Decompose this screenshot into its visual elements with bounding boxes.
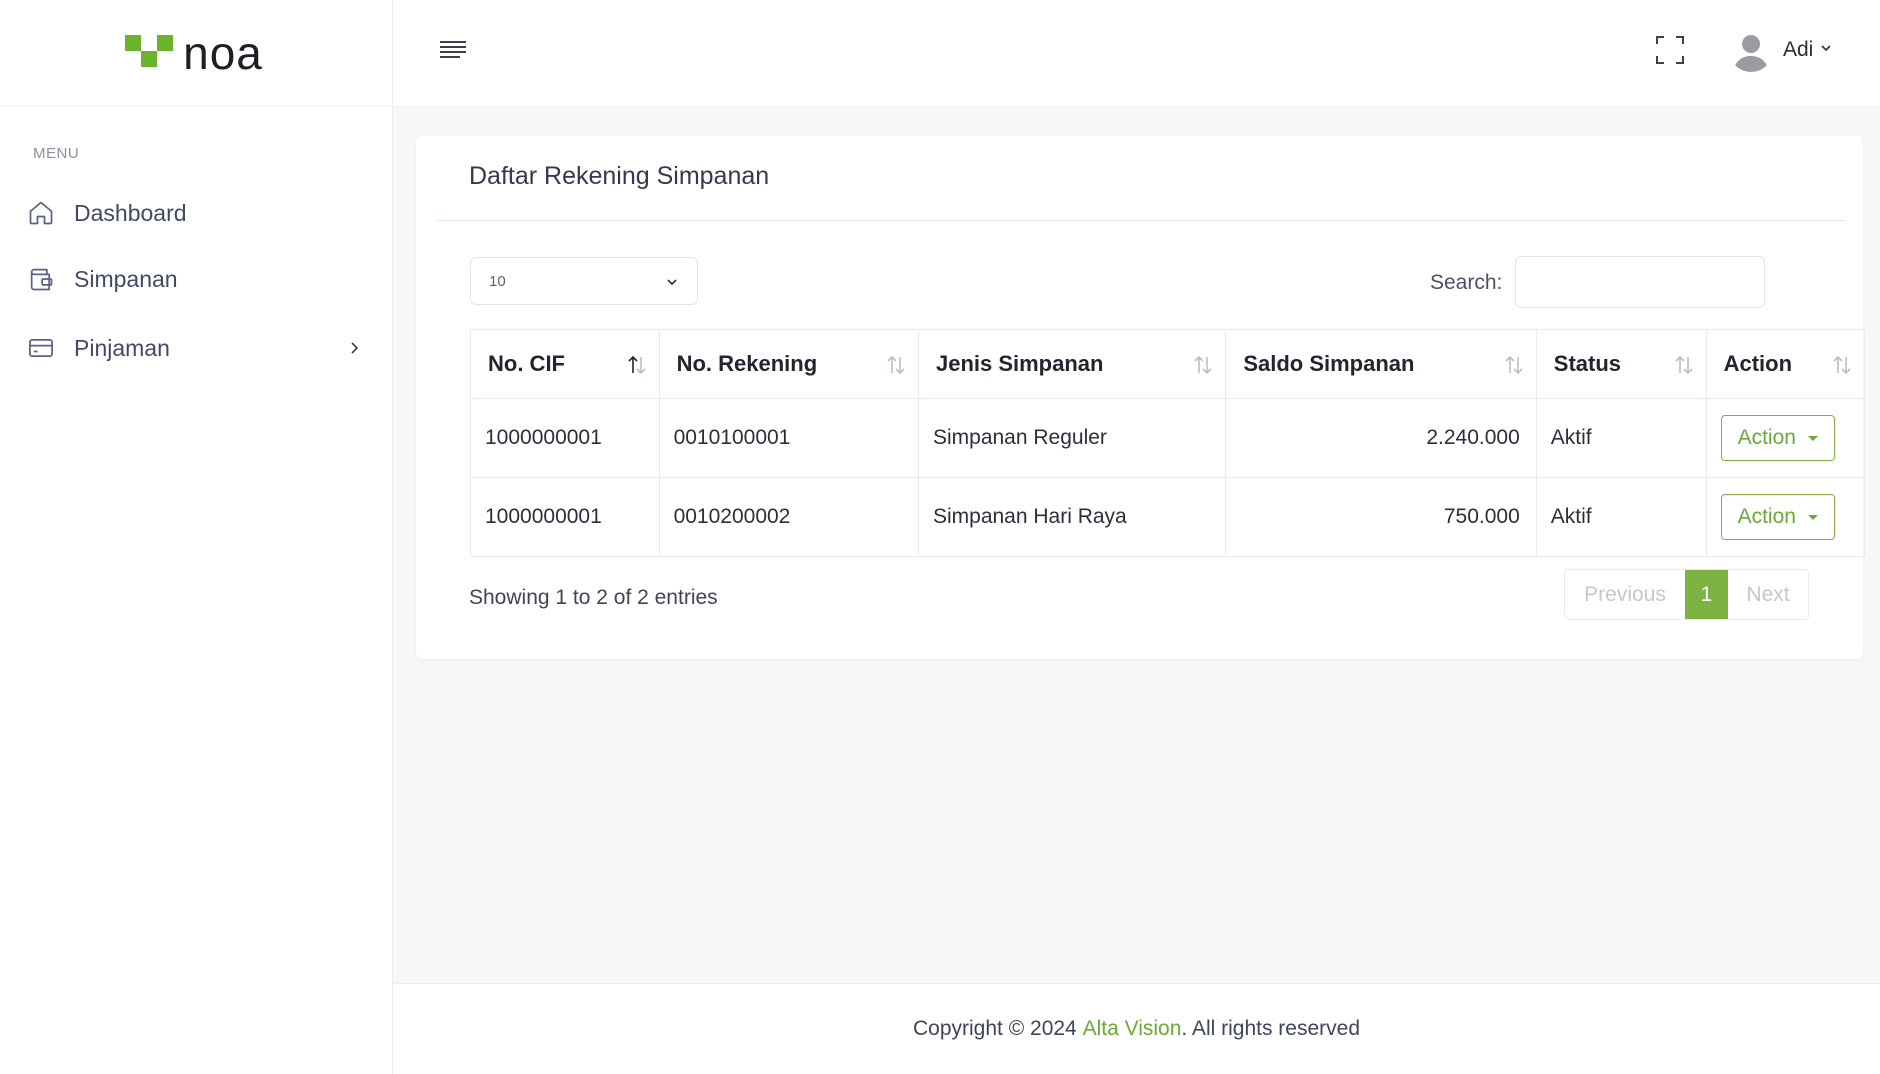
caret-down-icon — [1807, 435, 1818, 441]
table-header-row: No. CIF No. Rekening Jenis Simpanan Sald… — [470, 329, 1866, 399]
page-length-select[interactable]: 10 — [470, 257, 698, 305]
action-dropdown-button[interactable]: Action — [1720, 415, 1835, 461]
logo-mark-icon — [125, 35, 177, 71]
cell-jenis: Simpanan Reguler — [917, 398, 1227, 478]
home-icon — [26, 198, 56, 228]
column-header-jenis[interactable]: Jenis Simpanan — [917, 329, 1227, 399]
pagination: Previous 1 Next — [1564, 569, 1809, 620]
column-header-rekening[interactable]: No. Rekening — [658, 329, 919, 399]
brand-logo[interactable]: noa — [125, 30, 263, 76]
action-label: Action — [1737, 505, 1796, 528]
sidebar-item-label: Dashboard — [74, 199, 187, 226]
column-label: No. Rekening — [676, 351, 818, 376]
cell-status: Aktif — [1535, 477, 1707, 557]
column-label: Status — [1553, 351, 1622, 376]
cell-cif: 1000000001 — [470, 477, 660, 557]
sidebar-item-pinjaman[interactable]: Pinjaman — [26, 328, 362, 368]
column-header-saldo[interactable]: Saldo Simpanan — [1225, 329, 1537, 399]
sort-icon — [1504, 354, 1524, 376]
user-menu[interactable]: Adi — [1729, 28, 1833, 72]
cell-saldo: 750.000 — [1225, 477, 1537, 557]
footer-company-link[interactable]: Alta Vision — [1083, 1017, 1182, 1041]
fullscreen-icon[interactable] — [1655, 35, 1685, 65]
table-info: Showing 1 to 2 of 2 entries — [469, 586, 718, 609]
user-name: Adi — [1783, 38, 1814, 61]
card-icon — [26, 333, 56, 363]
action-dropdown-button[interactable]: Action — [1720, 494, 1835, 540]
sort-asc-icon — [627, 354, 647, 376]
pagination-previous[interactable]: Previous — [1565, 570, 1685, 619]
divider — [436, 220, 1845, 221]
caret-down-icon — [1807, 514, 1818, 520]
column-header-action[interactable]: Action — [1705, 329, 1866, 399]
cell-action: Action — [1705, 477, 1866, 557]
table-row: 1000000001 0010200002 Simpanan Hari Raya… — [470, 477, 1866, 557]
column-label: Jenis Simpanan — [935, 351, 1104, 376]
avatar — [1729, 28, 1773, 72]
footer: Copyright © 2024 Alta Vision . All right… — [393, 983, 1880, 1074]
column-label: Saldo Simpanan — [1243, 351, 1415, 376]
page-length-value: 10 — [489, 272, 506, 290]
search-label: Search: — [1430, 271, 1503, 294]
sort-icon — [1674, 354, 1694, 376]
topbar: Adi — [393, 0, 1880, 107]
cell-jenis: Simpanan Hari Raya — [917, 477, 1227, 557]
accounts-card: Daftar Rekening Simpanan 10 Search: No. … — [416, 136, 1866, 659]
sidebar-item-label: Simpanan — [74, 265, 178, 292]
page-title: Daftar Rekening Simpanan — [469, 162, 770, 190]
menu-title: MENU — [33, 145, 80, 162]
chevron-down-icon — [1819, 41, 1833, 60]
accounts-table: No. CIF No. Rekening Jenis Simpanan Sald… — [470, 329, 1866, 557]
sort-icon — [886, 354, 906, 376]
cell-rekening: 0010100001 — [658, 398, 919, 478]
cell-rekening: 0010200002 — [658, 477, 919, 557]
brand-header: noa — [0, 0, 392, 107]
pagination-page-current[interactable]: 1 — [1685, 570, 1728, 619]
column-label: No. CIF — [488, 351, 565, 376]
column-header-status[interactable]: Status — [1535, 329, 1707, 399]
sidebar-item-label: Pinjaman — [74, 334, 170, 361]
sidebar-item-dashboard[interactable]: Dashboard — [26, 193, 362, 233]
column-label: Action — [1723, 351, 1793, 376]
cell-status: Aktif — [1535, 398, 1707, 478]
table-row: 1000000001 0010100001 Simpanan Reguler 2… — [470, 398, 1866, 478]
wallet-icon — [26, 264, 56, 294]
action-label: Action — [1737, 426, 1796, 449]
search-input[interactable] — [1515, 256, 1765, 308]
cell-action: Action — [1705, 398, 1866, 478]
brand-name: noa — [183, 27, 263, 79]
sidebar: noa MENU Dashboard Simpanan Pinjaman — [0, 0, 393, 1074]
column-header-cif[interactable]: No. CIF — [470, 329, 660, 399]
pagination-next[interactable]: Next — [1728, 570, 1808, 619]
sort-icon — [1832, 354, 1852, 376]
chevron-right-icon — [346, 340, 362, 356]
cell-cif: 1000000001 — [470, 398, 660, 478]
menu-toggle-icon[interactable] — [438, 37, 468, 67]
cell-saldo: 2.240.000 — [1225, 398, 1537, 478]
footer-rights: . All rights reserved — [1181, 1017, 1360, 1040]
chevron-down-icon — [665, 275, 679, 289]
sort-icon — [1193, 354, 1213, 376]
sidebar-item-simpanan[interactable]: Simpanan — [26, 259, 362, 299]
footer-copyright: Copyright © 2024 — [913, 1017, 1083, 1040]
